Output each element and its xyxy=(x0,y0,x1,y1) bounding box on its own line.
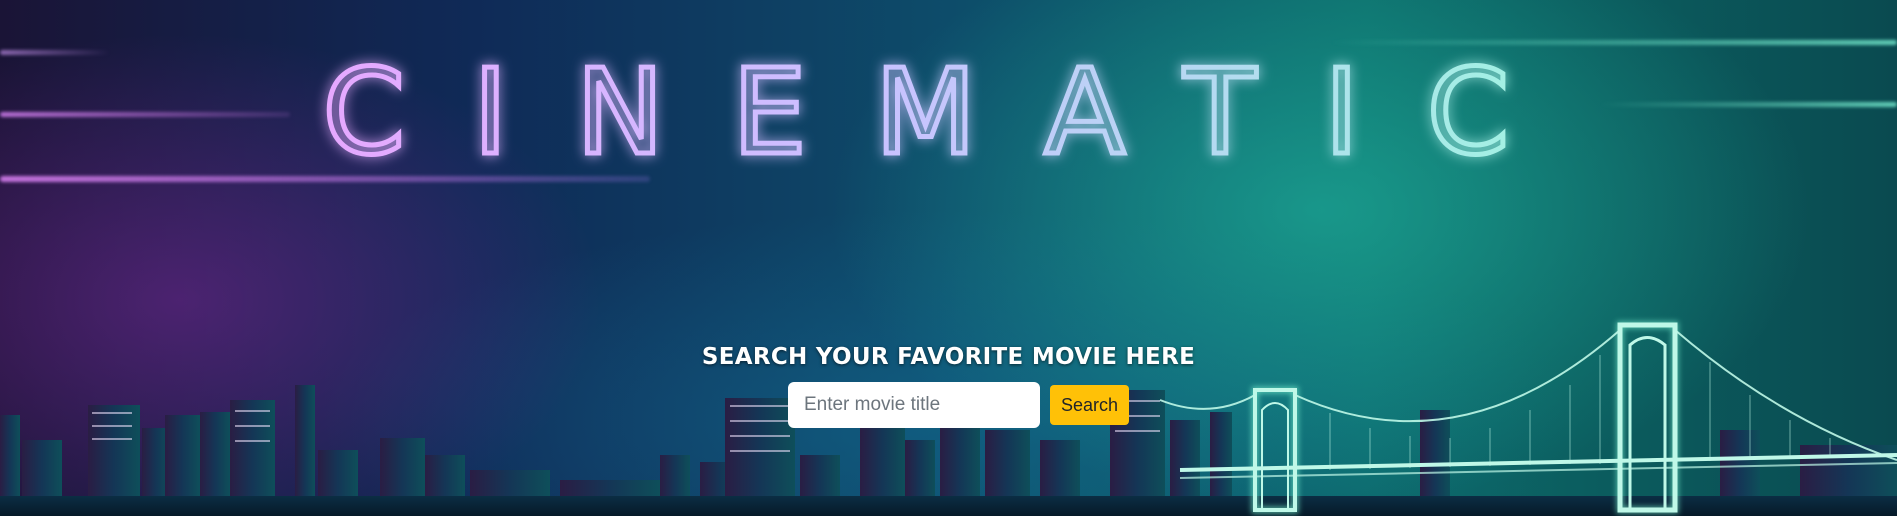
movie-search-input[interactable] xyxy=(787,382,1040,428)
brand-logo: CINEMATIC xyxy=(0,28,1897,188)
search-section: SEARCH YOUR FAVORITE MOVIE HERE Search xyxy=(0,344,1897,428)
search-form: Search xyxy=(0,382,1897,428)
brand-title: CINEMATIC xyxy=(323,48,1578,181)
hero-banner: CINEMATIC SEARCH YOUR FAVORITE MOVIE HER… xyxy=(0,0,1897,516)
search-heading: SEARCH YOUR FAVORITE MOVIE HERE xyxy=(701,344,1196,370)
search-button[interactable]: Search xyxy=(1049,385,1130,425)
cinematic-neon-logo: CINEMATIC xyxy=(320,48,1578,184)
